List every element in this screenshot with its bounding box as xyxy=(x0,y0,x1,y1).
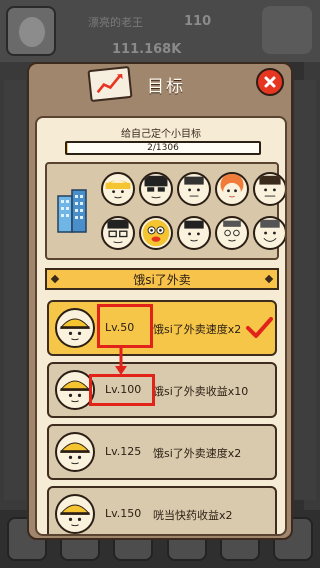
modal-title: 目标 xyxy=(147,77,185,97)
chart-board-icon xyxy=(87,65,133,103)
goals-panel: 给自己定个小目标 2/1306 饿si了外卖 Lv.50 饿si了外卖速度x2 … xyxy=(35,116,287,536)
trophy-icon xyxy=(262,6,312,54)
player-avatar xyxy=(6,6,56,56)
modal-header: 目标 xyxy=(29,64,291,108)
player-name: 漂亮的老王 xyxy=(88,16,143,29)
top-bar: 漂亮的老王 110 111.168K xyxy=(0,0,320,62)
goals-modal: 目标 给自己定个小目标 2/1306 饿si了外卖 Lv.50 饿si了外卖速度… xyxy=(27,62,293,540)
player-count: 110 xyxy=(184,14,212,29)
left-side-panel xyxy=(4,80,26,500)
right-side-panel xyxy=(294,80,316,500)
gold-amount: 111.168K xyxy=(112,42,182,57)
close-icon xyxy=(264,76,276,88)
close-button[interactable] xyxy=(256,68,284,96)
arrow-icon xyxy=(115,348,127,375)
